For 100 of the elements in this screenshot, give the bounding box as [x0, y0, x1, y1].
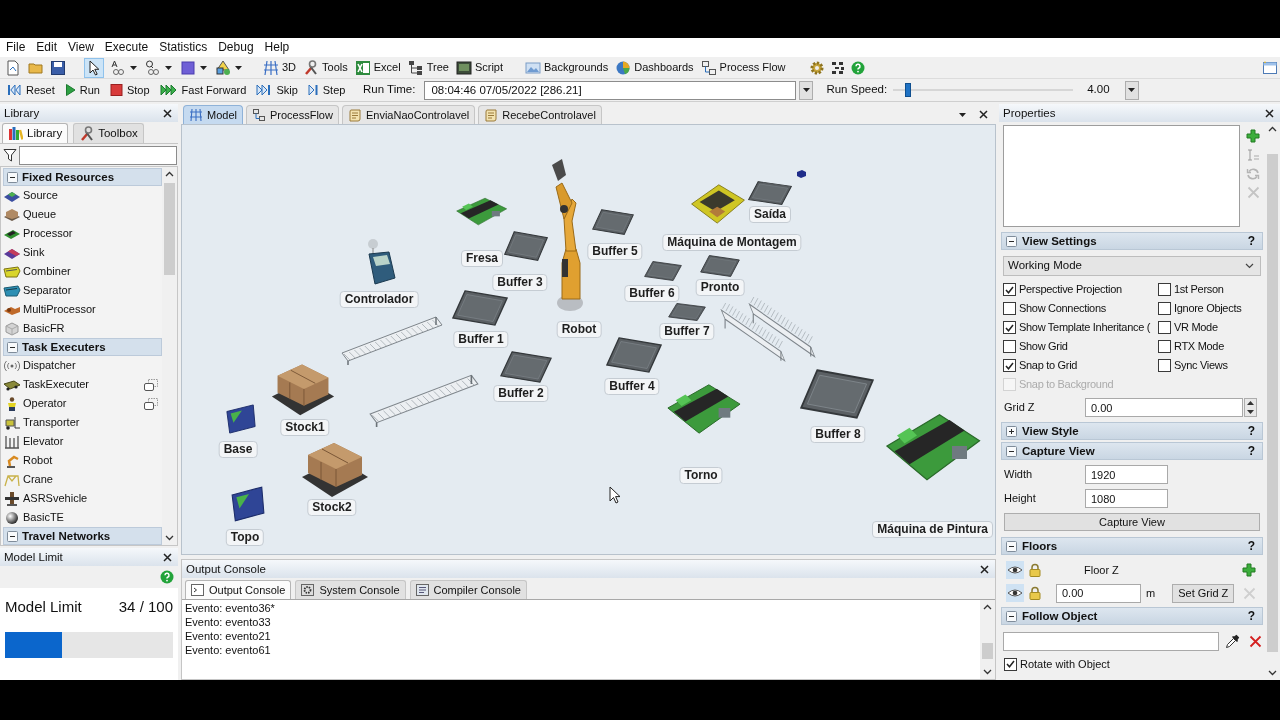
close-icon[interactable]	[163, 108, 172, 118]
dots-grid-icon[interactable]	[830, 60, 845, 75]
window-icon[interactable]	[1262, 60, 1278, 75]
scroll-up-icon[interactable]	[1268, 126, 1277, 132]
collapse-icon[interactable]	[1006, 610, 1017, 622]
checkbox[interactable]	[1004, 657, 1017, 671]
document-tab[interactable]: Model	[183, 105, 243, 124]
scroll-up-icon[interactable]	[165, 171, 174, 177]
checkbox[interactable]	[1158, 359, 1171, 372]
section-header[interactable]: View Settings ?	[1001, 232, 1263, 250]
section-header[interactable]: View Style ?	[1001, 422, 1263, 440]
dropdown-button[interactable]	[799, 80, 814, 100]
document-tab[interactable]: RecebeControlavel	[478, 105, 602, 124]
help-icon[interactable]	[160, 570, 174, 584]
library-item[interactable]: Separator	[3, 281, 162, 300]
text-field[interactable]: 1080	[1085, 489, 1168, 508]
collapse-icon[interactable]	[7, 341, 18, 353]
eyedropper-icon[interactable]	[1225, 633, 1240, 649]
backgrounds-button[interactable]: Backgrounds	[524, 57, 610, 78]
eye-icon[interactable]	[1006, 584, 1024, 602]
help-button[interactable]: ?	[1247, 424, 1255, 438]
library-item[interactable]: Transporter	[3, 413, 162, 432]
section-header[interactable]: Follow Object ?	[1001, 607, 1263, 625]
library-item[interactable]: MultiProcessor	[3, 300, 162, 319]
eye-icon[interactable]	[1006, 561, 1024, 579]
menu-item[interactable]: Help	[264, 40, 290, 55]
library-item[interactable]: Combiner	[3, 262, 162, 281]
filter-icon[interactable]	[3, 148, 17, 162]
step-button[interactable]: Step	[306, 80, 347, 100]
checkbox[interactable]	[1158, 283, 1171, 296]
scroll-thumb[interactable]	[164, 183, 175, 275]
library-item[interactable]: ASRSvehicle	[3, 489, 162, 508]
window-pair-icon[interactable]	[144, 397, 158, 410]
panel-tab[interactable]: Library	[2, 123, 69, 143]
excel-button[interactable]: Excel	[353, 57, 402, 78]
expand-icon[interactable]	[1006, 425, 1017, 437]
library-item[interactable]: Source	[3, 186, 162, 205]
library-item[interactable]: Elevator	[3, 432, 162, 451]
checkbox[interactable]	[1003, 321, 1016, 334]
settings-icon[interactable]	[808, 59, 825, 76]
add-icon[interactable]	[1246, 129, 1260, 143]
checkbox[interactable]	[1158, 302, 1171, 315]
checkbox[interactable]	[1158, 340, 1171, 353]
fast-forward-button[interactable]: Fast Forward	[158, 80, 248, 100]
collapse-icon[interactable]	[1006, 540, 1017, 552]
text-field[interactable]: 1920	[1085, 465, 1168, 484]
library-item[interactable]: Sink	[3, 243, 162, 262]
search-field[interactable]	[19, 145, 177, 165]
checkbox[interactable]	[1003, 340, 1016, 353]
console-tab[interactable]: Compiler Console	[409, 580, 527, 599]
collapse-icon[interactable]	[1006, 235, 1017, 247]
help-button[interactable]: ?	[1247, 234, 1255, 248]
dropdown-button[interactable]	[1124, 80, 1139, 100]
menu-item[interactable]: Debug	[218, 40, 254, 55]
menu-item[interactable]: Statistics	[159, 40, 208, 55]
close-icon[interactable]	[1265, 108, 1274, 118]
library-item[interactable]: BasicFR	[3, 319, 162, 338]
text-field[interactable]: 0.00	[1085, 398, 1243, 417]
scroll-thumb[interactable]	[982, 643, 993, 659]
checkbox[interactable]	[1158, 321, 1171, 334]
help-icon[interactable]	[850, 60, 865, 75]
window-pair-icon[interactable]	[144, 378, 158, 391]
close-icon[interactable]	[163, 552, 172, 562]
collapse-icon[interactable]	[7, 530, 18, 542]
checkbox[interactable]	[1003, 283, 1016, 296]
library-item[interactable]: Robot	[3, 451, 162, 470]
console-tab[interactable]: System Console	[295, 580, 406, 599]
delete-icon[interactable]	[1249, 634, 1262, 648]
menu-item[interactable]: View	[68, 40, 94, 55]
group-header[interactable]: Fixed Resources	[3, 168, 162, 186]
close-icon[interactable]	[979, 110, 988, 119]
object-field[interactable]	[1003, 631, 1219, 651]
scroll-down-icon[interactable]	[165, 535, 174, 541]
help-button[interactable]: ?	[1247, 539, 1255, 553]
library-item[interactable]: Crane	[3, 470, 162, 489]
help-button[interactable]: ?	[1247, 444, 1255, 458]
mode-dropdown[interactable]: Working Mode	[1003, 256, 1261, 276]
set-grid-z-button[interactable]: Set Grid Z	[1172, 583, 1235, 603]
menu-item[interactable]: Execute	[104, 40, 149, 55]
add-icon[interactable]	[1242, 563, 1256, 577]
library-item[interactable]: TaskExecuter	[3, 375, 162, 394]
help-button[interactable]: ?	[1247, 609, 1255, 623]
collapse-icon[interactable]	[1006, 445, 1017, 457]
library-item[interactable]: Queue	[3, 205, 162, 224]
collapse-icon[interactable]	[7, 171, 18, 183]
speed-slider[interactable]	[893, 83, 1074, 97]
document-tab[interactable]: EnviaNaoControlavel	[341, 105, 476, 124]
stop-button[interactable]: Stop	[108, 80, 151, 100]
group-header[interactable]: Task Executers	[3, 338, 162, 356]
checkbox[interactable]	[1003, 359, 1016, 372]
new-document-icon[interactable]	[5, 59, 21, 76]
reset-button[interactable]: Reset	[6, 80, 56, 100]
spin-button[interactable]	[1244, 398, 1257, 417]
menu-item[interactable]: Edit	[36, 40, 58, 55]
save-icon[interactable]	[50, 59, 66, 76]
tools-button[interactable]: Tools	[302, 57, 349, 78]
script-button[interactable]: Script	[454, 57, 504, 78]
section-header[interactable]: Floors ?	[1001, 537, 1263, 555]
menu-item[interactable]: File	[6, 40, 26, 55]
document-tab[interactable]: ProcessFlow	[245, 105, 339, 124]
